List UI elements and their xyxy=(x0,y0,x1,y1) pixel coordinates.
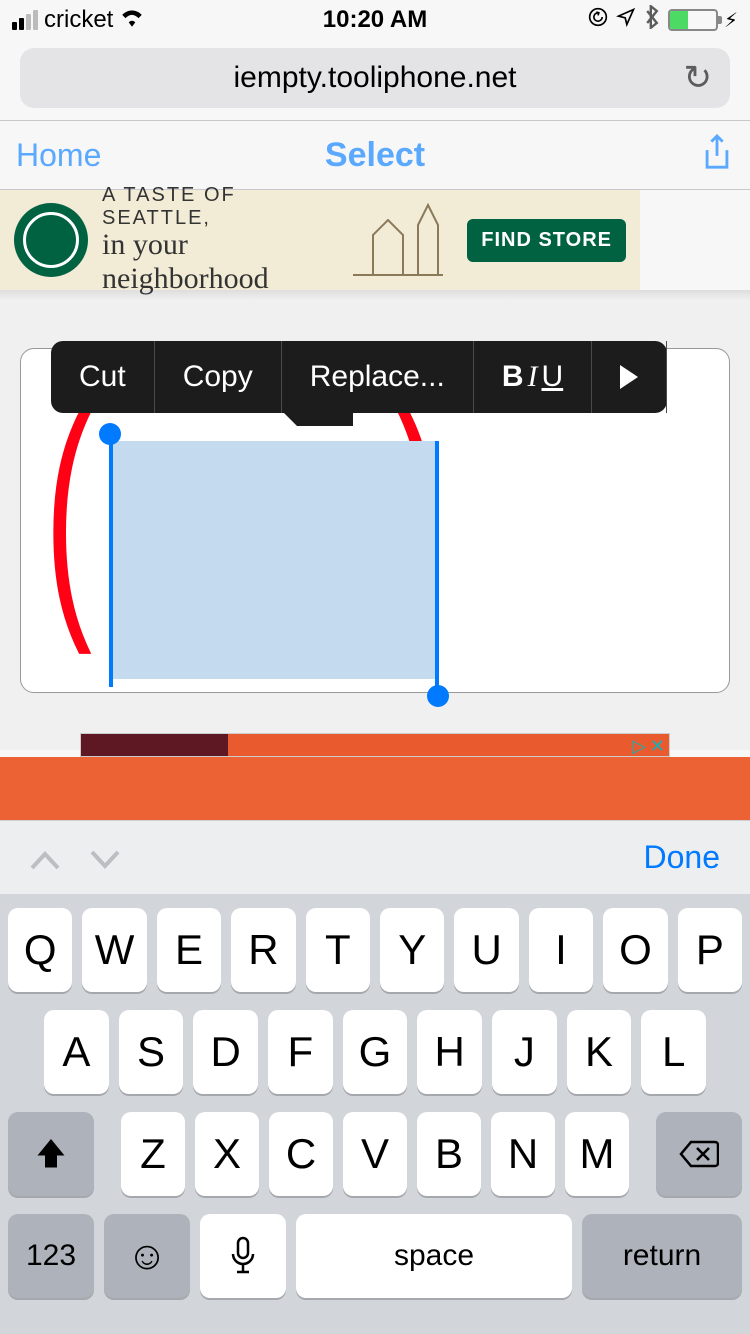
page-title: Select xyxy=(325,136,425,175)
key-e[interactable]: E xyxy=(157,908,221,992)
key-x[interactable]: X xyxy=(195,1112,259,1196)
key-i[interactable]: I xyxy=(529,908,593,992)
space-key[interactable]: space xyxy=(296,1214,572,1298)
wifi-icon xyxy=(119,7,145,33)
key-y[interactable]: Y xyxy=(380,908,444,992)
key-r[interactable]: R xyxy=(231,908,295,992)
key-m[interactable]: M xyxy=(565,1112,629,1196)
location-icon xyxy=(616,6,636,34)
keyboard: QWERTYUIOP ASDFGHJKL ZXCVBNM 123 ☺ space… xyxy=(0,894,750,1334)
done-button[interactable]: Done xyxy=(644,839,721,876)
find-store-button[interactable]: FIND STORE xyxy=(467,219,626,262)
key-q[interactable]: Q xyxy=(8,908,72,992)
more-actions-button[interactable] xyxy=(592,341,667,413)
selection-caret-right[interactable] xyxy=(435,441,439,697)
clock: 10:20 AM xyxy=(323,6,427,34)
ad-strip[interactable]: ▷ ✕ xyxy=(80,733,670,757)
key-p[interactable]: P xyxy=(678,908,742,992)
left-paren-glyph: ( xyxy=(44,381,92,641)
key-c[interactable]: C xyxy=(269,1112,333,1196)
key-z[interactable]: Z xyxy=(121,1112,185,1196)
ad-subhead: in your neighborhood xyxy=(102,228,329,296)
key-n[interactable]: N xyxy=(491,1112,555,1196)
return-key[interactable]: return xyxy=(582,1214,742,1298)
rotation-lock-icon xyxy=(588,6,608,34)
key-d[interactable]: D xyxy=(193,1010,258,1094)
shift-key[interactable] xyxy=(8,1112,94,1196)
text-context-menu: Cut Copy Replace... BIU xyxy=(51,341,667,413)
key-w[interactable]: W xyxy=(82,908,146,992)
key-t[interactable]: T xyxy=(306,908,370,992)
key-h[interactable]: H xyxy=(417,1010,482,1094)
format-biw-button[interactable]: BIU xyxy=(474,341,592,413)
ad-close-icon[interactable]: ✕ xyxy=(650,736,665,757)
prev-field-icon[interactable] xyxy=(30,837,60,879)
share-icon[interactable] xyxy=(700,133,734,178)
page-nav: Home Select xyxy=(0,120,750,190)
ad-illustration xyxy=(343,195,453,285)
charging-icon: ⚡︎ xyxy=(724,8,738,33)
selection-handle-end[interactable] xyxy=(427,685,449,707)
selection-caret-left[interactable] xyxy=(109,431,113,687)
key-v[interactable]: V xyxy=(343,1112,407,1196)
key-u[interactable]: U xyxy=(454,908,518,992)
adchoices-icon[interactable]: ▷ xyxy=(632,736,646,757)
reload-icon[interactable]: ↻ xyxy=(684,58,713,98)
address-bar[interactable]: iempty.tooliphone.net ↻ xyxy=(20,48,730,108)
key-s[interactable]: S xyxy=(119,1010,184,1094)
starbucks-logo-icon xyxy=(14,203,88,277)
selection-handle-start[interactable] xyxy=(99,423,121,445)
copy-button[interactable]: Copy xyxy=(155,341,282,413)
carrier-label: cricket xyxy=(44,6,113,34)
key-k[interactable]: K xyxy=(567,1010,632,1094)
key-b[interactable]: B xyxy=(417,1112,481,1196)
key-a[interactable]: A xyxy=(44,1010,109,1094)
next-field-icon[interactable] xyxy=(90,837,120,879)
emoji-key[interactable]: ☺ xyxy=(104,1214,190,1298)
orange-section xyxy=(0,757,750,820)
key-l[interactable]: L xyxy=(641,1010,706,1094)
url-text: iempty.tooliphone.net xyxy=(234,61,517,95)
key-g[interactable]: G xyxy=(343,1010,408,1094)
dictation-key[interactable] xyxy=(200,1214,286,1298)
key-f[interactable]: F xyxy=(268,1010,333,1094)
signal-icon xyxy=(12,10,38,30)
triangle-right-icon xyxy=(620,365,638,389)
home-link[interactable]: Home xyxy=(16,137,101,174)
ad-headline: A TASTE OF SEATTLE, xyxy=(102,184,329,230)
keyboard-accessory: Done xyxy=(0,820,750,894)
status-bar: cricket 10:20 AM ⚡︎ xyxy=(0,0,750,40)
bluetooth-icon xyxy=(644,5,660,36)
cut-button[interactable]: Cut xyxy=(51,341,155,413)
key-o[interactable]: O xyxy=(603,908,667,992)
numbers-key[interactable]: 123 xyxy=(8,1214,94,1298)
battery-icon xyxy=(668,9,718,31)
ad-banner[interactable]: A TASTE OF SEATTLE, in your neighborhood… xyxy=(0,190,640,290)
replace-button[interactable]: Replace... xyxy=(282,341,474,413)
text-input-area[interactable]: Cut Copy Replace... BIU ( ) xyxy=(20,348,730,693)
backspace-key[interactable] xyxy=(656,1112,742,1196)
key-j[interactable]: J xyxy=(492,1010,557,1094)
text-selection[interactable] xyxy=(109,441,439,679)
